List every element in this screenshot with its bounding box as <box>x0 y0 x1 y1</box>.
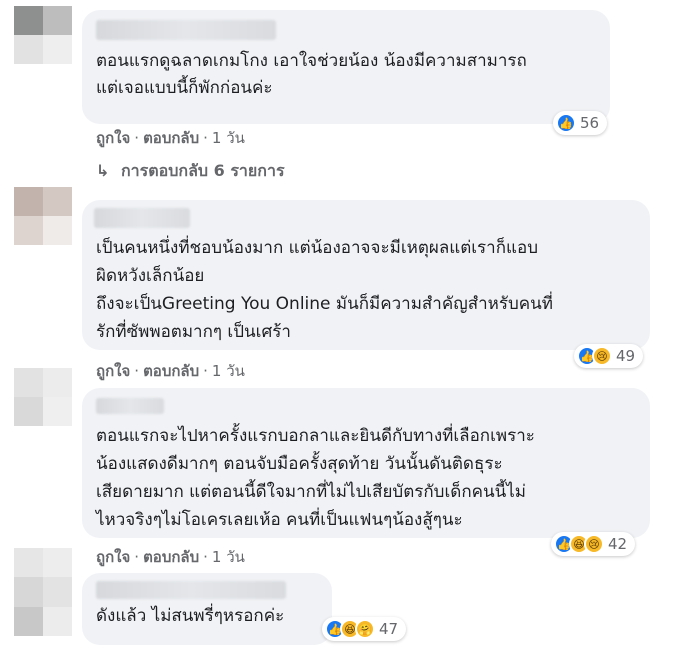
timestamp[interactable]: 1 วัน <box>212 362 245 380</box>
reaction-summary[interactable]: 👍 😆 😢 42 <box>551 532 636 556</box>
avatar[interactable] <box>14 6 72 64</box>
comment-actions: ถูกใจ · ตอบกลับ · 1 วัน <box>96 362 245 380</box>
avatar[interactable] <box>14 548 72 636</box>
comment-actions: ถูกใจ · ตอบกลับ · 1 วัน <box>96 548 245 566</box>
view-replies-link[interactable]: ↳ การตอบกลับ 6 รายการ <box>96 159 285 184</box>
comment-text: ตอนแรกดูฉลาดเกมโกง เอาใจช่วยน้อง น้องมีค… <box>96 51 527 98</box>
reply-button[interactable]: ตอบกลับ <box>143 362 199 380</box>
like-button[interactable]: ถูกใจ <box>96 362 130 380</box>
comment-bubble: ตอนแรกดูฉลาดเกมโกง เอาใจช่วยน้อง น้องมีค… <box>82 10 610 124</box>
avatar[interactable] <box>14 368 72 426</box>
care-icon: 🤗 <box>355 619 375 639</box>
timestamp[interactable]: 1 วัน <box>212 129 245 147</box>
avatar[interactable] <box>14 187 72 245</box>
comment-actions: ถูกใจ · ตอบกลับ · 1 วัน <box>96 129 245 147</box>
comment-bubble: ตอนแรกจะไปหาครั้งแรกบอกลาและยินดีกับทางท… <box>82 388 650 538</box>
timestamp[interactable]: 1 วัน <box>212 548 245 566</box>
commenter-name-blurred[interactable] <box>94 208 190 228</box>
like-button[interactable]: ถูกใจ <box>96 548 130 566</box>
commenter-name-blurred[interactable] <box>96 581 286 599</box>
reply-arrow-icon: ↳ <box>96 161 110 180</box>
comment-bubble: ดังแล้ว ไม่สนพรี่ๆหรอกค่ะ <box>82 573 332 645</box>
like-button[interactable]: ถูกใจ <box>96 129 130 147</box>
commenter-name-blurred[interactable] <box>96 20 276 40</box>
reaction-summary[interactable]: 👍 😢 49 <box>574 344 644 368</box>
reply-button[interactable]: ตอบกลับ <box>143 129 199 147</box>
comment-bubble: เป็นคนหนึ่งที่ชอบน้องมาก แต่น้องอาจจะมีเ… <box>82 200 650 350</box>
comment-text: ดังแล้ว ไม่สนพรี่ๆหรอกค่ะ <box>96 606 285 626</box>
sad-icon: 😢 <box>592 346 612 366</box>
commenter-name-blurred[interactable] <box>96 398 164 414</box>
reaction-summary[interactable]: 👍 56 <box>553 111 608 135</box>
comment-text: เป็นคนหนึ่งที่ชอบน้องมาก แต่น้องอาจจะมีเ… <box>96 238 553 342</box>
sad-icon: 😢 <box>584 534 604 554</box>
like-icon: 👍 <box>556 113 576 133</box>
reaction-summary[interactable]: 👍 😆 🤗 47 <box>322 617 407 641</box>
reply-button[interactable]: ตอบกลับ <box>143 548 199 566</box>
comment-text: ตอนแรกจะไปหาครั้งแรกบอกลาและยินดีกับทางท… <box>96 426 535 530</box>
